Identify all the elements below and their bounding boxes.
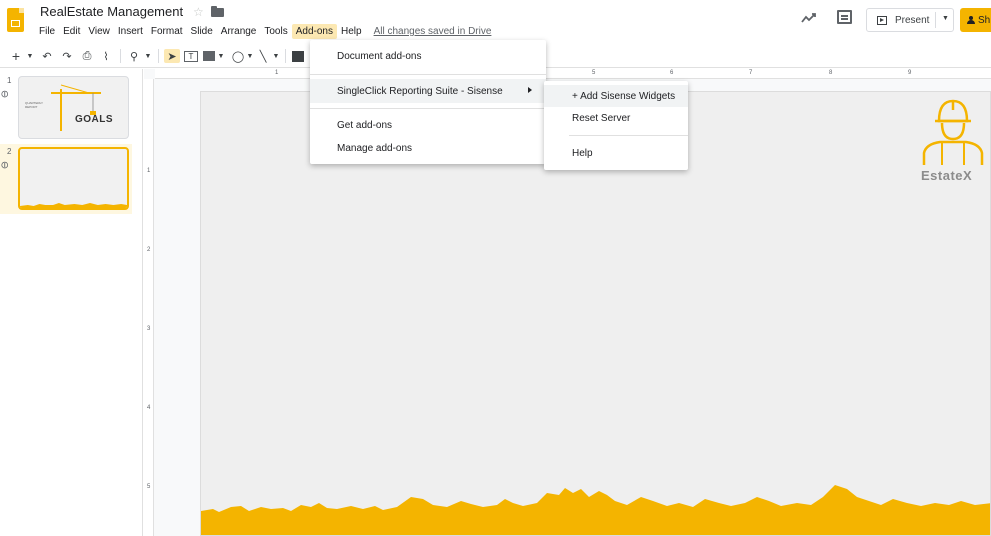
comment-icon[interactable] xyxy=(837,10,852,24)
menu-arrange[interactable]: Arrange xyxy=(217,24,261,39)
ruler-number: 3 xyxy=(147,326,151,332)
ruler-number: 5 xyxy=(592,70,596,76)
share-button[interactable]: Sh xyxy=(960,8,991,32)
line-icon[interactable]: ╲ xyxy=(256,49,270,63)
menu-item-label: Document add-ons xyxy=(337,50,422,62)
menu-view[interactable]: View xyxy=(84,24,114,39)
present-button[interactable]: Present ▼ xyxy=(866,8,954,32)
menu-item-manage-addons[interactable]: Manage add-ons xyxy=(310,136,546,160)
text-box-icon[interactable]: T xyxy=(184,51,198,62)
zoom-icon[interactable]: ⚲ xyxy=(127,49,141,63)
present-dropdown-icon[interactable]: ▼ xyxy=(942,15,949,22)
menu-divider xyxy=(310,74,546,75)
menu-item-label: Reset Server xyxy=(572,112,631,124)
menu-insert[interactable]: Insert xyxy=(114,24,147,39)
menu-addons[interactable]: Add-ons xyxy=(291,24,337,39)
menu-item-document-addons[interactable]: Document add-ons xyxy=(310,44,546,68)
ruler-number: 5 xyxy=(147,484,151,490)
menu-item-label: Help xyxy=(572,147,593,159)
menu-divider xyxy=(569,135,688,136)
sisense-submenu: + Add Sisense Widgets Reset Server Help xyxy=(544,81,688,170)
save-status[interactable]: All changes saved in Drive xyxy=(374,26,492,37)
thumbnail-caption: QUARTERLY REPORT xyxy=(25,101,44,109)
menu-help[interactable]: Help xyxy=(337,24,366,39)
select-tool-icon[interactable]: ➤ xyxy=(164,49,180,63)
ruler-number: 8 xyxy=(829,70,833,76)
new-slide-dropdown-icon[interactable]: ▼ xyxy=(26,49,34,63)
folder-icon[interactable] xyxy=(211,6,224,17)
image-icon[interactable] xyxy=(203,51,215,61)
submenu-arrow-icon xyxy=(528,87,532,93)
ruler-number: 1 xyxy=(275,70,279,76)
share-label: Sh xyxy=(978,14,991,26)
menu-edit[interactable]: Edit xyxy=(59,24,84,39)
present-label: Present xyxy=(895,14,930,26)
menu-item-label: Get add-ons xyxy=(337,119,393,131)
trend-icon[interactable] xyxy=(801,10,817,26)
toolbar-divider xyxy=(158,49,159,63)
link-icon: ⊘ xyxy=(0,87,13,102)
menu-slide[interactable]: Slide xyxy=(187,24,217,39)
redo-icon[interactable]: ↷ xyxy=(60,49,74,63)
ruler-number: 9 xyxy=(908,70,912,76)
menu-item-add-widgets[interactable]: + Add Sisense Widgets xyxy=(544,85,688,107)
menu-file[interactable]: File xyxy=(35,24,59,39)
menu-format[interactable]: Format xyxy=(147,24,187,39)
ruler-number: 1 xyxy=(147,168,151,174)
print-icon[interactable]: ⎙ xyxy=(80,49,94,63)
shape-dropdown-icon[interactable]: ▼ xyxy=(246,49,254,63)
share-icon xyxy=(967,16,976,24)
ruler-number: 6 xyxy=(670,70,674,76)
undo-icon[interactable]: ↶ xyxy=(40,49,54,63)
ruler-number: 4 xyxy=(147,405,151,411)
menu-item-get-addons[interactable]: Get add-ons xyxy=(310,113,546,137)
doc-title[interactable]: RealEstate Management xyxy=(40,4,183,19)
paint-format-icon[interactable]: ⌇ xyxy=(99,49,113,63)
worker-icon xyxy=(922,99,984,165)
line-dropdown-icon[interactable]: ▼ xyxy=(272,49,280,63)
menubar: File Edit View Insert Format Slide Arran… xyxy=(35,23,491,40)
present-divider xyxy=(935,12,936,28)
slide-thumbnail-2[interactable] xyxy=(18,147,129,210)
toolbar-divider xyxy=(285,49,286,63)
image-dropdown-icon[interactable]: ▼ xyxy=(217,49,225,63)
shape-icon[interactable]: ◯ xyxy=(231,49,245,63)
skyline-graphic xyxy=(201,485,990,535)
crane-icon xyxy=(51,84,101,131)
menu-item-label: SingleClick Reporting Suite - Sisense xyxy=(337,85,503,97)
toolbar-divider xyxy=(120,49,121,63)
skyline-graphic xyxy=(20,203,127,208)
ruler-number: 7 xyxy=(749,70,753,76)
comment-add-icon[interactable] xyxy=(292,51,304,62)
ruler-horizontal[interactable]: 1 2 3 4 5 6 7 8 9 xyxy=(155,69,991,79)
menu-tools[interactable]: Tools xyxy=(260,24,291,39)
slide-thumbnail-1[interactable]: QUARTERLY REPORT GOALS xyxy=(18,76,129,139)
star-icon[interactable]: ☆ xyxy=(193,5,204,19)
slide-number: 2 xyxy=(7,147,12,156)
menu-divider xyxy=(310,108,546,109)
thumbnail-title: GOALS xyxy=(75,114,114,125)
zoom-dropdown-icon[interactable]: ▼ xyxy=(144,49,152,63)
menu-item-singleclick-suite[interactable]: SingleClick Reporting Suite - Sisense xyxy=(310,79,546,103)
slide-number: 1 xyxy=(7,76,12,85)
slides-logo-icon[interactable] xyxy=(7,8,24,32)
present-icon xyxy=(877,15,887,25)
slides-app: RealEstate Management ☆ File Edit View I… xyxy=(0,0,991,536)
menu-item-reset-server[interactable]: Reset Server xyxy=(544,107,688,129)
filmstrip: 1 ⊘ QUARTERLY REPORT GOALS 2 ⊘ xyxy=(0,69,143,536)
addons-menu: Document add-ons SingleClick Reporting S… xyxy=(310,40,546,164)
brand-name: EstateX xyxy=(921,168,973,183)
ruler-number: 2 xyxy=(147,247,151,253)
menu-item-label: + Add Sisense Widgets xyxy=(572,90,676,102)
new-slide-icon[interactable]: + xyxy=(9,48,23,64)
menu-item-label: Manage add-ons xyxy=(337,142,413,154)
ruler-vertical[interactable]: 1 2 3 4 5 xyxy=(144,79,154,536)
menu-item-help[interactable]: Help xyxy=(544,142,688,164)
